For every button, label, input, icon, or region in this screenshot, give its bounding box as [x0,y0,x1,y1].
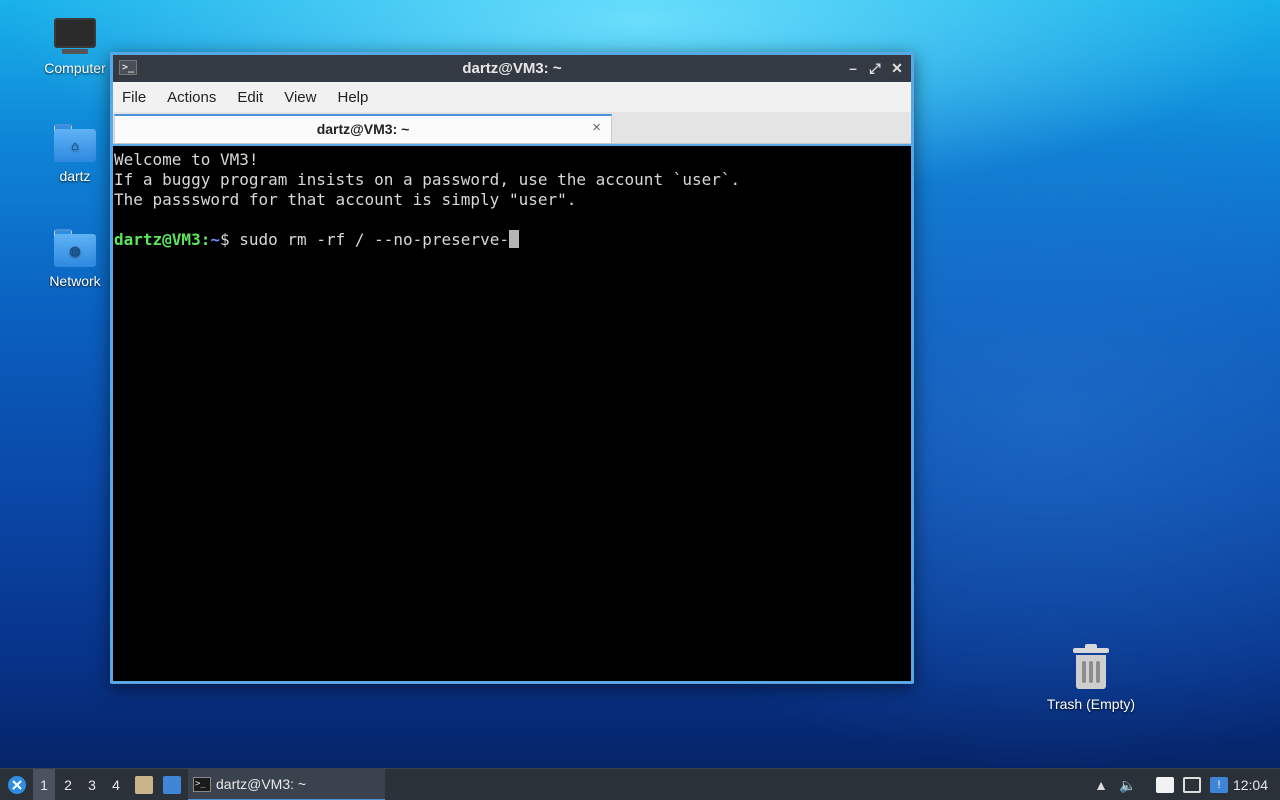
terminal-tab[interactable]: dartz@VM3: ~ × [114,114,612,143]
prompt-symbol: $ [219,230,240,249]
prompt-path: ~ [210,230,220,249]
window-titlebar[interactable]: >_ dartz@VM3: ~ – ⤢ ✕ [113,55,911,82]
terminal-line: If a buggy program insists on a password… [114,170,741,189]
workspace-4[interactable]: 4 [105,769,127,800]
menu-edit[interactable]: Edit [237,89,263,106]
clock[interactable]: 12:04 [1233,769,1268,800]
taskbar: 1 2 3 4 >_ dartz@VM3: ~ ▲ 🔈 ! 12:04 [0,768,1280,800]
desktop-icon-label: Computer [44,60,106,76]
terminal-output[interactable]: Welcome to VM3! If a buggy program insist… [113,144,911,681]
terminal-line: Welcome to VM3! [114,150,259,169]
network-desktop-icon[interactable]: ◍ Network [30,229,120,289]
lxqt-logo-icon [8,776,26,794]
clipboard-icon[interactable] [1156,777,1174,793]
menu-actions[interactable]: Actions [167,89,216,106]
trash-desktop-icon[interactable]: Trash (Empty) [1040,644,1142,712]
tab-label: dartz@VM3: ~ [316,121,410,137]
prompt-colon: : [200,230,211,249]
terminal-prompt-line[interactable]: dartz@VM3:~$ sudo rm -rf / --no-preserve… [114,230,911,250]
desktop-icon-label: dartz [59,168,91,184]
desktop-icon-label: Network [49,273,101,289]
home-folder-desktop-icon[interactable]: ⌂ dartz [30,124,120,184]
file-manager-launcher-icon[interactable] [135,776,153,794]
menu-bar: File Actions Edit View Help [113,82,911,112]
window-title: dartz@VM3: ~ [462,60,562,77]
tray-arrow-icon[interactable]: ▲ [1092,777,1110,793]
update-notifier-icon[interactable]: ! [1210,777,1228,793]
menu-help[interactable]: Help [337,89,368,106]
monitor-icon [54,18,96,54]
tab-bar: dartz@VM3: ~ × [113,112,911,144]
volume-icon[interactable]: 🔈 [1119,777,1137,793]
terminal-task-icon: >_ [193,777,211,792]
prompt-user: dartz@VM3 [114,230,201,249]
maximize-icon[interactable]: ⤢ [866,59,884,77]
show-desktop-icon[interactable] [163,776,181,794]
home-folder-icon: ⌂ [54,124,96,162]
menu-file[interactable]: File [122,89,146,106]
trash-icon [1073,644,1109,690]
network-folder-icon: ◍ [54,229,96,267]
workspace-2[interactable]: 2 [57,769,79,800]
desktop-icon-label: Trash (Empty) [1046,696,1136,712]
terminal-line: The passsword for that account is simply… [114,190,577,209]
terminal-window[interactable]: >_ dartz@VM3: ~ – ⤢ ✕ File Actions Edit … [110,52,914,684]
network-icon[interactable] [1183,777,1201,793]
task-label: dartz@VM3: ~ [216,776,307,792]
start-menu-button[interactable] [4,769,30,800]
tab-close-icon[interactable]: × [592,119,601,136]
text-cursor [508,230,519,248]
close-icon[interactable]: ✕ [888,59,906,77]
taskbar-terminal-button[interactable]: >_ dartz@VM3: ~ [188,769,385,800]
workspace-3[interactable]: 3 [81,769,103,800]
workspace-1[interactable]: 1 [33,769,55,800]
computer-desktop-icon[interactable]: Computer [30,18,120,76]
minimize-icon[interactable]: – [844,59,862,77]
typed-command: sudo rm -rf / --no-preserve- [239,230,509,249]
menu-view[interactable]: View [284,89,316,106]
